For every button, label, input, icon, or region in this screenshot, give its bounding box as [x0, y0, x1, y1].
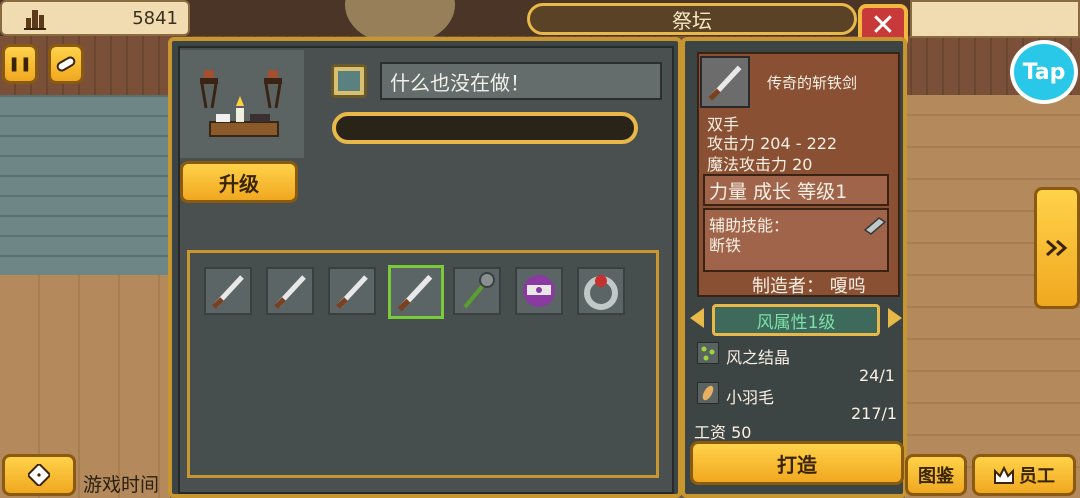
inventory-slot[interactable] — [328, 267, 376, 315]
item-stats-text: 力量 成长 等级1 — [709, 180, 848, 203]
material-count: 217/1 — [851, 404, 898, 423]
inventory-slot[interactable] — [453, 267, 501, 315]
window-title-text: 祭坛 — [672, 8, 712, 33]
craft-button[interactable]: 打造 — [690, 441, 904, 485]
tap-logo-text: Tap — [1022, 59, 1066, 85]
dice-button[interactable] — [2, 454, 76, 496]
sword-icon — [708, 65, 742, 101]
altar-icon — [200, 70, 282, 137]
coin-value: 5841 — [132, 7, 178, 29]
upgrade-label: 升级 — [219, 171, 259, 196]
item-magic-attack: 魔法攻击力 20 — [707, 155, 813, 174]
coin-counter: 5841 — [0, 0, 190, 36]
top-right-panel — [910, 0, 1080, 38]
pause-icon: ❚❚ — [8, 56, 32, 72]
attribute-prev-arrow[interactable] — [690, 308, 704, 328]
staff-label: 员工 — [1019, 466, 1055, 487]
inventory-slot[interactable] — [204, 267, 252, 315]
sword-icon — [397, 274, 433, 312]
item-icon-frame — [700, 56, 750, 108]
inventory-slot[interactable] — [266, 267, 314, 315]
item-skill-box: 辅助技能： 断铁 — [703, 208, 889, 272]
item-stats: 力量 成长 等级1 — [703, 174, 889, 206]
attribute-next-arrow[interactable] — [888, 308, 902, 328]
craft-label: 打造 — [777, 452, 817, 477]
dice-icon — [28, 464, 50, 486]
buildings-icon — [24, 10, 46, 30]
attribute-selector: 风属性1级 — [712, 304, 880, 336]
material-name: 小羽毛 — [726, 388, 775, 407]
window-title: 祭坛 — [527, 3, 857, 35]
material-name: 风之结晶 — [726, 348, 791, 367]
crown-icon — [994, 465, 1014, 484]
tap-logo: Tap — [1010, 40, 1078, 104]
crown-icon — [523, 275, 555, 307]
expand-right-button[interactable] — [1034, 187, 1080, 309]
pills-icon — [56, 56, 76, 72]
wage-text: 工资 50 — [694, 423, 752, 442]
attribute-label: 风属性1级 — [756, 312, 836, 333]
altar-image — [180, 50, 304, 158]
encyclopedia-button[interactable]: 图鉴 — [905, 454, 967, 496]
upgrade-button[interactable]: 升级 — [180, 161, 298, 203]
inventory-slot[interactable] — [577, 267, 625, 315]
settings-button[interactable] — [48, 44, 84, 84]
sword-icon — [336, 275, 368, 309]
ring-icon — [584, 275, 618, 310]
status-text-box: 什么也没在做！ — [380, 62, 662, 100]
whetstone-icon — [863, 217, 887, 235]
double-chevron-right-icon — [1046, 239, 1068, 257]
item-inventory — [187, 250, 659, 478]
progress-bar — [332, 112, 638, 144]
staff-icon — [463, 272, 495, 309]
auto-checkbox-fill — [338, 71, 360, 91]
inventory-slot-selected[interactable] — [388, 265, 444, 319]
item-maker: 制造者： 嗄呜 — [752, 276, 866, 297]
item-name: 传奇的斩铁剑 — [767, 74, 858, 92]
wind-crystal-icon — [697, 342, 719, 364]
inventory-slot[interactable] — [515, 267, 563, 315]
world-stone-floor — [0, 95, 170, 275]
sword-icon — [212, 275, 244, 309]
sword-icon — [274, 275, 306, 309]
status-text: 什么也没在做！ — [390, 70, 530, 95]
feather-icon — [697, 382, 719, 404]
encyclopedia-label: 图鉴 — [918, 466, 954, 487]
game-time-label: 游戏时间 — [83, 474, 160, 496]
material-count: 24/1 — [859, 366, 895, 385]
staff-button[interactable]: 员工 — [972, 454, 1076, 496]
pause-button[interactable]: ❚❚ — [2, 44, 38, 84]
skill-name: 断铁 — [709, 236, 742, 255]
